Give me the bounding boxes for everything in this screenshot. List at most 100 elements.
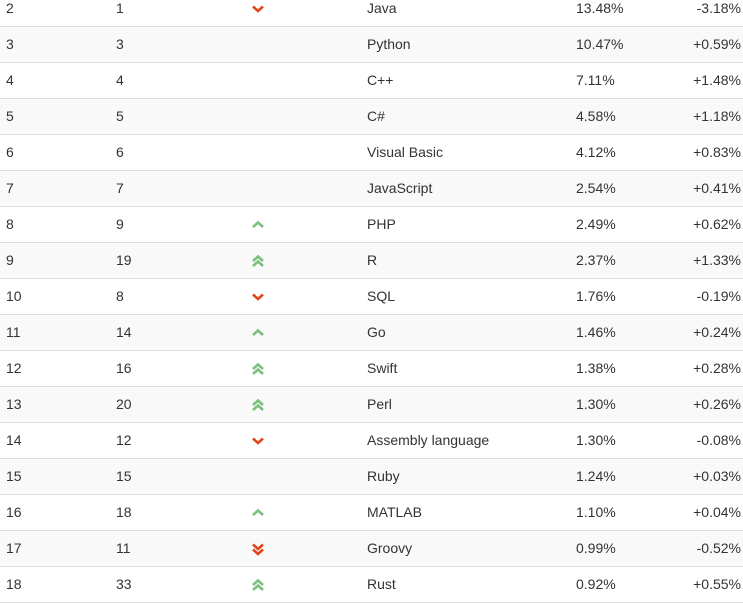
change: +0.24% — [693, 324, 741, 340]
rank-previous: 5 — [116, 108, 124, 124]
language: R — [367, 252, 378, 268]
table-row: 17 11 Groovy 0.99% -0.52% — [0, 531, 743, 567]
rating: 1.24% — [576, 468, 616, 484]
rating: 1.30% — [576, 432, 616, 448]
change: +0.26% — [693, 396, 741, 412]
rank-current: 15 — [6, 468, 22, 484]
rank-previous: 16 — [116, 360, 132, 376]
change: +1.18% — [693, 108, 741, 124]
table-row: 5 5 C# 4.58% +1.18% — [0, 99, 743, 135]
rating: 1.10% — [576, 504, 616, 520]
language: Java — [367, 0, 397, 16]
rank-current: 12 — [6, 360, 22, 376]
change: -3.18% — [696, 0, 741, 16]
double-chevron-up-icon — [249, 243, 267, 278]
rank-previous: 33 — [116, 576, 132, 592]
rank-previous: 4 — [116, 72, 124, 88]
table-row: 18 33 Rust 0.92% +0.55% — [0, 567, 743, 603]
table-row: 11 14 Go 1.46% +0.24% — [0, 315, 743, 351]
table-row: 7 7 JavaScript 2.54% +0.41% — [0, 171, 743, 207]
rating: 1.30% — [576, 396, 616, 412]
rank-current: 4 — [6, 72, 14, 88]
language: Visual Basic — [367, 144, 444, 160]
rank-previous: 19 — [116, 252, 132, 268]
table-row: 6 6 Visual Basic 4.12% +0.83% — [0, 135, 743, 171]
rating: 1.76% — [576, 288, 616, 304]
rating: 10.47% — [576, 36, 624, 52]
chevron-down-icon — [249, 0, 267, 26]
rank-current: 13 — [6, 396, 22, 412]
rating: 2.54% — [576, 180, 616, 196]
table-row: 3 3 Python 10.47% +0.59% — [0, 27, 743, 63]
double-chevron-down-icon — [249, 531, 267, 566]
rank-current: 17 — [6, 540, 22, 556]
rating: 4.12% — [576, 144, 616, 160]
rank-previous: 7 — [116, 180, 124, 196]
language-ranking-table: 2 1 Java 13.48% -3.18% 3 3 Python 10.47% +0.59% 4 4… — [0, 0, 743, 603]
chevron-down-icon — [249, 423, 267, 458]
language: Rust — [367, 576, 396, 592]
table-row: 4 4 C++ 7.11% +1.48% — [0, 63, 743, 99]
change: +0.83% — [693, 144, 741, 160]
rating: 0.92% — [576, 576, 616, 592]
language: Assembly language — [367, 432, 490, 448]
rank-current: 18 — [6, 576, 22, 592]
rating: 2.49% — [576, 216, 616, 232]
table-row: 16 18 MATLAB 1.10% +0.04% — [0, 495, 743, 531]
table-row: 14 12 Assembly language 1.30% -0.08% — [0, 423, 743, 459]
rank-previous: 14 — [116, 324, 132, 340]
language: JavaScript — [367, 180, 433, 196]
rank-previous: 6 — [116, 144, 124, 160]
language: C# — [367, 108, 385, 124]
rank-current: 5 — [6, 108, 14, 124]
rank-current: 14 — [6, 432, 22, 448]
change: +0.59% — [693, 36, 741, 52]
language: PHP — [367, 216, 396, 232]
change: -0.08% — [696, 432, 741, 448]
rating: 1.38% — [576, 360, 616, 376]
chevron-down-icon — [249, 279, 267, 314]
table-row: 13 20 Perl 1.30% +0.26% — [0, 387, 743, 423]
rank-current: 6 — [6, 144, 14, 160]
change: +0.28% — [693, 360, 741, 376]
rating: 13.48% — [576, 0, 624, 16]
change: -0.52% — [696, 540, 741, 556]
rank-previous: 9 — [116, 216, 124, 232]
language: Groovy — [367, 540, 413, 556]
table-row: 2 1 Java 13.48% -3.18% — [0, 0, 743, 27]
double-chevron-up-icon — [249, 387, 267, 422]
rating: 0.99% — [576, 540, 616, 556]
rank-current: 2 — [6, 0, 14, 16]
table-row: 10 8 SQL 1.76% -0.19% — [0, 279, 743, 315]
language: Ruby — [367, 468, 400, 484]
language: Python — [367, 36, 411, 52]
change: +1.48% — [693, 72, 741, 88]
change: +0.04% — [693, 504, 741, 520]
change: +0.62% — [693, 216, 741, 232]
double-chevron-up-icon — [249, 351, 267, 386]
table-row: 9 19 R 2.37% +1.33% — [0, 243, 743, 279]
table-row: 12 16 Swift 1.38% +0.28% — [0, 351, 743, 387]
change: +1.33% — [693, 252, 741, 268]
chevron-up-icon — [249, 207, 267, 242]
change: +0.55% — [693, 576, 741, 592]
language: Perl — [367, 396, 392, 412]
language: SQL — [367, 288, 396, 304]
rank-previous: 15 — [116, 468, 132, 484]
language: Go — [367, 324, 386, 340]
language: C++ — [367, 72, 394, 88]
rank-current: 16 — [6, 504, 22, 520]
rank-previous: 11 — [116, 540, 131, 556]
rating: 4.58% — [576, 108, 616, 124]
chevron-up-icon — [249, 495, 267, 530]
change: +0.41% — [693, 180, 741, 196]
chevron-up-icon — [249, 315, 267, 350]
rank-current: 3 — [6, 36, 14, 52]
rank-previous: 12 — [116, 432, 132, 448]
rank-previous: 1 — [116, 0, 124, 16]
change: +0.03% — [693, 468, 741, 484]
table-row: 8 9 PHP 2.49% +0.62% — [0, 207, 743, 243]
rank-current: 8 — [6, 216, 14, 232]
rank-current: 9 — [6, 252, 14, 268]
double-chevron-up-icon — [249, 567, 267, 602]
